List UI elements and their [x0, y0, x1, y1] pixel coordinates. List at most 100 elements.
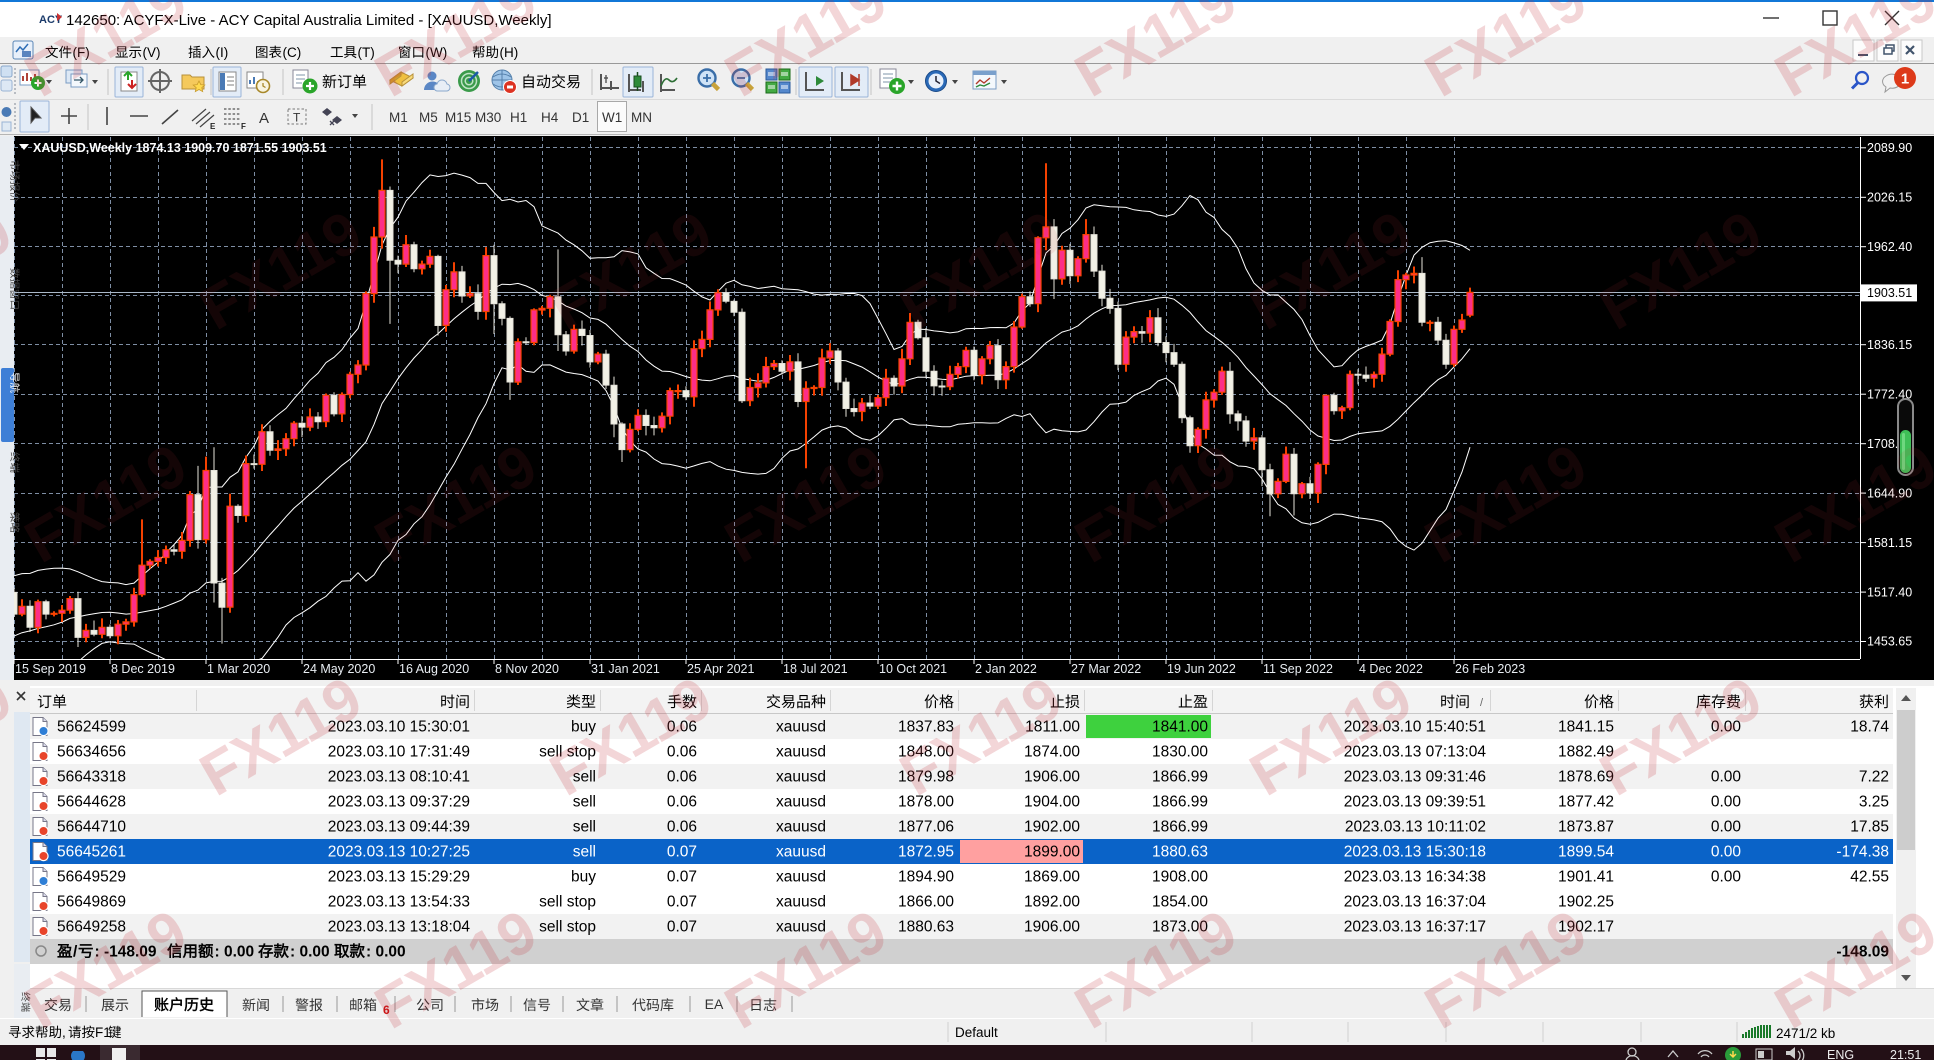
svg-text:2023.03.13 16:37:04: 2023.03.13 16:37:04 [1344, 894, 1487, 911]
svg-text:18.74: 18.74 [1850, 719, 1889, 736]
svg-text:sell: sell [573, 844, 596, 861]
svg-text:27 Mar 2022: 27 Mar 2022 [1071, 662, 1141, 676]
svg-text:2023.03.13 09:31:46: 2023.03.13 09:31:46 [1344, 769, 1486, 786]
svg-text:0.00: 0.00 [1711, 819, 1742, 836]
svg-text:-174.38: -174.38 [1836, 844, 1889, 861]
svg-text:0.07: 0.07 [667, 919, 697, 936]
svg-text:0.00: 0.00 [1711, 869, 1742, 886]
svg-text:0.06: 0.06 [667, 794, 697, 811]
svg-text:1841.15: 1841.15 [1558, 719, 1614, 736]
svg-text:11 Sep 2022: 11 Sep 2022 [1263, 662, 1333, 676]
svg-text:2023.03.13 10:27:25: 2023.03.13 10:27:25 [328, 844, 470, 861]
svg-text:xauusd: xauusd [776, 869, 826, 886]
svg-text:15 Sep 2019: 15 Sep 2019 [15, 662, 86, 676]
svg-text:W1: W1 [602, 110, 622, 125]
svg-text:2023.03.13 13:54:33: 2023.03.13 13:54:33 [328, 894, 470, 911]
svg-text:xauusd: xauusd [776, 794, 826, 811]
svg-text:XAUUSD,Weekly 1874.13 1909.70: XAUUSD,Weekly 1874.13 1909.70 1871.55 19… [33, 141, 327, 155]
svg-text:56634656: 56634656 [57, 744, 126, 761]
svg-text:1830.00: 1830.00 [1152, 744, 1208, 761]
svg-text:1 Mar 2020: 1 Mar 2020 [207, 662, 270, 676]
svg-text:E: E [210, 122, 216, 131]
svg-text:0.07: 0.07 [667, 869, 697, 886]
svg-text:56649869: 56649869 [57, 894, 126, 911]
svg-text:1880.63: 1880.63 [898, 919, 954, 936]
svg-text:2026.15: 2026.15 [1867, 190, 1912, 204]
svg-text:1877.42: 1877.42 [1558, 794, 1614, 811]
svg-text:xauusd: xauusd [776, 894, 826, 911]
svg-text:1906.00: 1906.00 [1024, 769, 1080, 786]
svg-text:2023.03.13 16:37:17: 2023.03.13 16:37:17 [1344, 919, 1486, 936]
svg-text:(I): (I) [216, 45, 229, 60]
svg-text:8 Nov 2020: 8 Nov 2020 [495, 662, 559, 676]
svg-text:2023.03.13 08:10:41: 2023.03.13 08:10:41 [328, 769, 470, 786]
svg-text:1906.00: 1906.00 [1024, 919, 1080, 936]
svg-text:18 Jul 2021: 18 Jul 2021 [783, 662, 848, 676]
svg-text:2023.03.10 17:31:49: 2023.03.10 17:31:49 [328, 744, 470, 761]
svg-text:3.25: 3.25 [1859, 794, 1889, 811]
svg-text:1874.00: 1874.00 [1024, 744, 1080, 761]
svg-text:M1: M1 [389, 110, 408, 125]
svg-text:1581.15: 1581.15 [1867, 536, 1912, 550]
svg-text:F1: F1 [95, 1025, 111, 1040]
svg-text:1866.99: 1866.99 [1152, 819, 1208, 836]
svg-text:: 0.00: : 0.00 [215, 944, 255, 961]
svg-text:25 Apr 2021: 25 Apr 2021 [687, 662, 754, 676]
svg-text:0.06: 0.06 [667, 819, 697, 836]
svg-text:2023.03.13 09:39:51: 2023.03.13 09:39:51 [1344, 794, 1486, 811]
svg-text:56624599: 56624599 [57, 719, 126, 736]
svg-text:56649529: 56649529 [57, 869, 126, 886]
svg-text:D1: D1 [572, 110, 589, 125]
svg-text:1873.87: 1873.87 [1558, 819, 1614, 836]
svg-text:0.07: 0.07 [667, 894, 697, 911]
svg-text:buy: buy [571, 869, 596, 886]
svg-text:1: 1 [1901, 71, 1909, 88]
svg-text:56643318: 56643318 [57, 769, 126, 786]
svg-text:0.00: 0.00 [1711, 769, 1742, 786]
svg-text:56644628: 56644628 [57, 794, 126, 811]
svg-text:2023.03.13 13:18:04: 2023.03.13 13:18:04 [328, 919, 471, 936]
svg-text:26 Feb 2023: 26 Feb 2023 [1455, 662, 1525, 676]
svg-text:0.07: 0.07 [667, 844, 697, 861]
svg-text:1899.54: 1899.54 [1558, 844, 1614, 861]
svg-text:0.00: 0.00 [1711, 844, 1742, 861]
svg-text:1880.63: 1880.63 [1152, 844, 1208, 861]
svg-text:T: T [293, 111, 301, 125]
svg-text:xauusd: xauusd [776, 719, 826, 736]
svg-text:1892.00: 1892.00 [1024, 894, 1080, 911]
svg-text:21:51: 21:51 [1890, 1048, 1921, 1060]
svg-text:1866.00: 1866.00 [898, 894, 954, 911]
svg-text:17.85: 17.85 [1850, 819, 1889, 836]
svg-text:sell stop: sell stop [539, 919, 596, 936]
svg-text:M15: M15 [445, 110, 471, 125]
svg-text:56644710: 56644710 [57, 819, 126, 836]
svg-text:1836.15: 1836.15 [1867, 338, 1912, 352]
svg-text:sell: sell [573, 819, 596, 836]
svg-text:2089.90: 2089.90 [1867, 141, 1912, 155]
svg-text:ENG: ENG [1827, 1048, 1854, 1060]
svg-text:1517.40: 1517.40 [1867, 585, 1912, 599]
svg-text:1877.06: 1877.06 [898, 819, 954, 836]
svg-text:F: F [241, 122, 246, 131]
svg-text:1894.90: 1894.90 [898, 869, 954, 886]
svg-text:2023.03.13 09:44:39: 2023.03.13 09:44:39 [328, 819, 470, 836]
svg-text:0.06: 0.06 [667, 769, 697, 786]
svg-text:31 Jan 2021: 31 Jan 2021 [591, 662, 660, 676]
svg-text:19 Jun 2022: 19 Jun 2022 [1167, 662, 1236, 676]
svg-text:1908.00: 1908.00 [1152, 869, 1208, 886]
svg-text:1869.00: 1869.00 [1024, 869, 1080, 886]
svg-text:: 0.00: : 0.00 [290, 944, 330, 961]
svg-text:: 0.00: : 0.00 [366, 944, 406, 961]
svg-text:1872.95: 1872.95 [898, 844, 954, 861]
svg-text:2023.03.13 15:29:29: 2023.03.13 15:29:29 [328, 869, 470, 886]
svg-text:xauusd: xauusd [776, 844, 826, 861]
svg-text:sell stop: sell stop [539, 894, 596, 911]
svg-text:1901.41: 1901.41 [1558, 869, 1614, 886]
svg-text:2023.03.13 16:34:38: 2023.03.13 16:34:38 [1344, 869, 1486, 886]
svg-text:H4: H4 [541, 110, 559, 125]
svg-text:1904.00: 1904.00 [1024, 794, 1080, 811]
svg-text:1866.99: 1866.99 [1152, 769, 1208, 786]
svg-text:xauusd: xauusd [776, 769, 826, 786]
svg-text:xauusd: xauusd [776, 744, 826, 761]
svg-text:8 Dec 2019: 8 Dec 2019 [111, 662, 175, 676]
